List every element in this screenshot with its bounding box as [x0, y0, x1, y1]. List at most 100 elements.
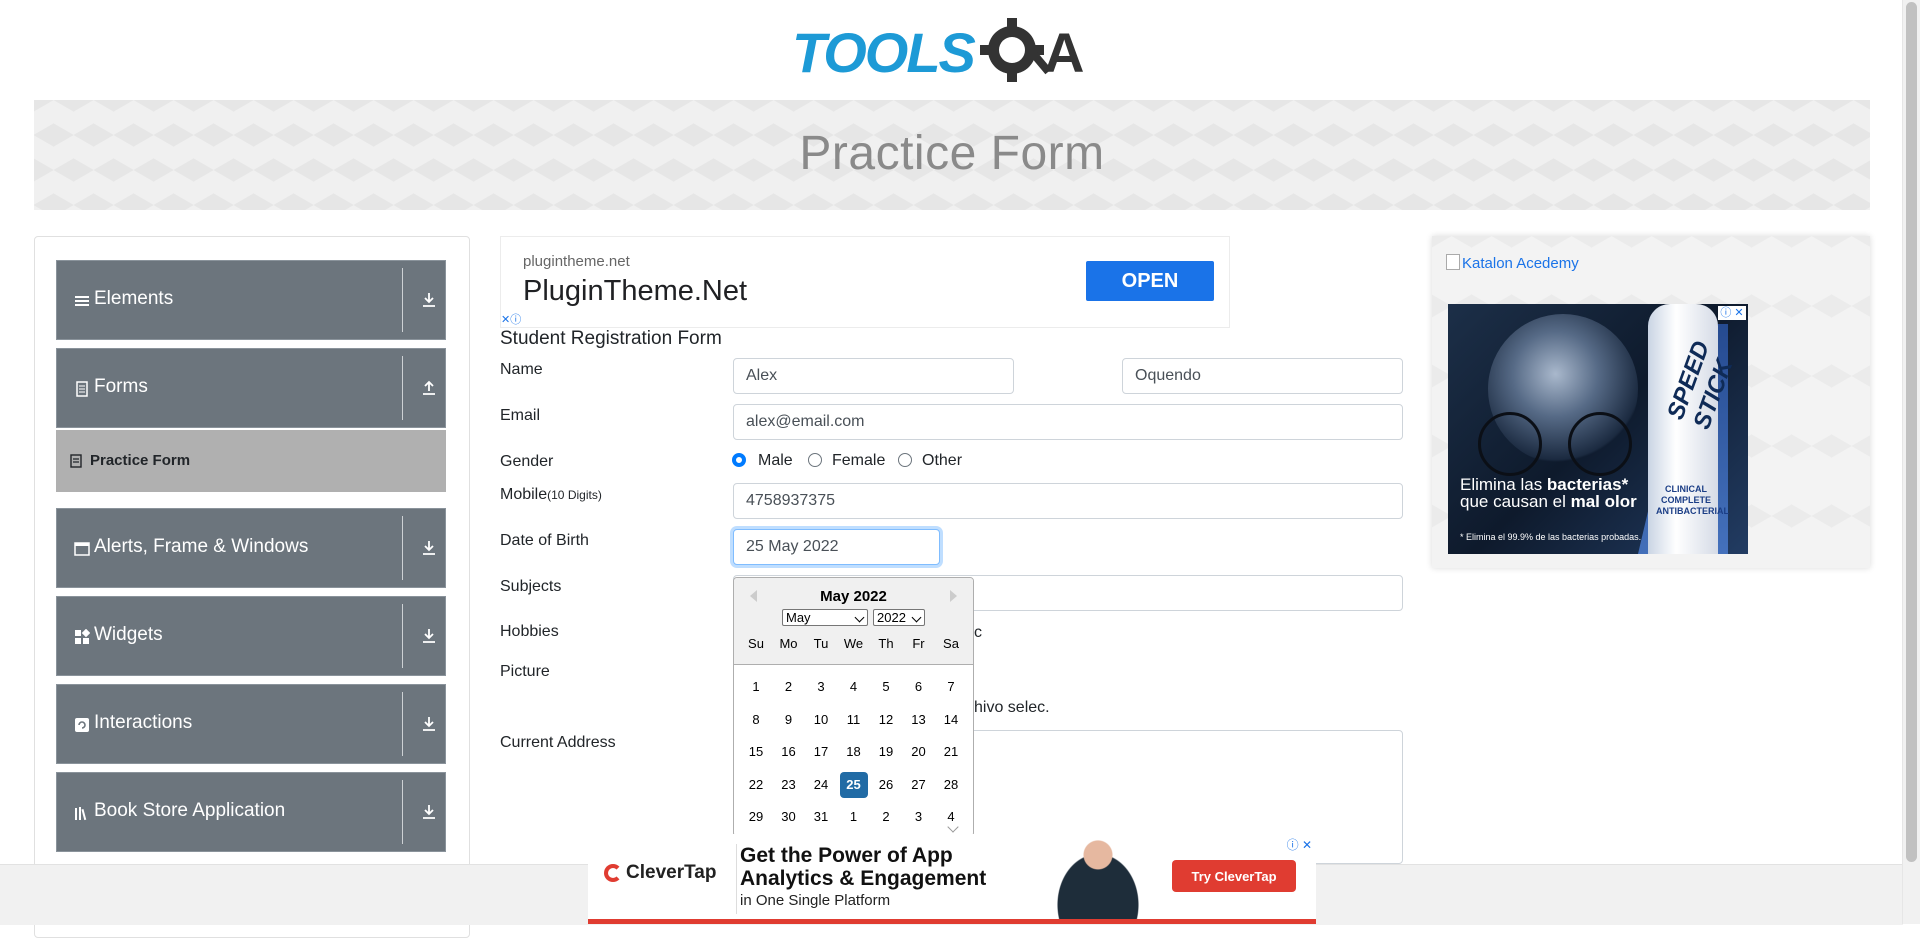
sidebar-item-practice-form[interactable]: Practice Form [56, 430, 446, 492]
gender-male-radio[interactable] [732, 453, 746, 467]
sidebar-group-book-store[interactable]: Book Store Application [56, 772, 446, 852]
ad-tagline: Elimina las bacterias* que causan el mal… [1460, 476, 1637, 510]
calendar-day[interactable]: 2 [775, 674, 803, 700]
clevertap-logo-text: CleverTap [626, 862, 717, 883]
sidebar-group-forms[interactable]: Forms [56, 348, 446, 428]
email-input[interactable]: alex@email.com [733, 404, 1403, 440]
calendar-day[interactable]: 26 [872, 772, 900, 798]
sidebar-group-label: Elements [94, 288, 174, 309]
day-name: We [843, 636, 864, 651]
sidebar-group-label: Widgets [94, 624, 163, 645]
gender-other-radio[interactable] [898, 453, 912, 467]
calendar-day[interactable]: 2 [872, 804, 900, 830]
day-name: Mo [779, 636, 798, 651]
calendar-day[interactable]: 4 [840, 674, 868, 700]
date-picker-popup: May 2022 May 2022 Su Mo Tu We Th Fr Sa 1234567… [733, 577, 974, 837]
dob-label: Date of Birth [500, 532, 589, 549]
calendar-day[interactable]: 18 [840, 739, 868, 765]
calendar-day[interactable]: 11 [840, 707, 868, 733]
calendar-day[interactable]: 31 [807, 804, 835, 830]
calendar-day[interactable]: 23 [775, 772, 803, 798]
clevertap-subline: in One Single Platform [740, 892, 891, 909]
divider [402, 780, 403, 844]
clevertap-logo: CleverTap [604, 862, 716, 884]
sidebar-group-interactions[interactable]: Interactions [56, 684, 446, 764]
calendar-day[interactable]: 9 [775, 707, 803, 733]
calendar-day[interactable]: 22 [742, 772, 770, 798]
scrollbar-thumb[interactable] [1906, 2, 1917, 862]
broken-image-icon [1446, 254, 1460, 270]
mobile-input[interactable]: 4758937375 [733, 483, 1403, 519]
calendar-day[interactable]: 20 [905, 739, 933, 765]
calendar-day[interactable]: 1 [742, 674, 770, 700]
svg-text:A: A [1044, 21, 1084, 84]
bike-wheel [1478, 412, 1542, 476]
calendar-day[interactable]: 30 [775, 804, 803, 830]
calendar-day[interactable]: 14 [937, 707, 965, 733]
ad-close-icon[interactable]: ⓘ ✕ [1718, 306, 1746, 320]
tagline-2: que causan el [1460, 492, 1571, 511]
product-label: CLINICAL COMPLETE ANTIBACTERIAL [1656, 484, 1729, 516]
calendar-day[interactable]: 19 [872, 739, 900, 765]
year-select-value: 2022 [877, 610, 906, 625]
calendar-day[interactable]: 15 [742, 739, 770, 765]
gender-female-label[interactable]: Female [832, 452, 885, 470]
calendar-day[interactable]: 5 [872, 674, 900, 700]
day-name: Sa [943, 636, 959, 651]
calendar-day[interactable]: 16 [775, 739, 803, 765]
download-arrow-icon [423, 293, 435, 307]
gender-male-label[interactable]: Male [758, 452, 793, 470]
calendar-day[interactable]: 3 [905, 804, 933, 830]
katalon-ad-link[interactable]: Katalon Acedemy [1446, 254, 1579, 272]
calendar-day[interactable]: 6 [905, 674, 933, 700]
try-clevertap-button[interactable]: Try CleverTap [1172, 860, 1296, 892]
interactions-icon [75, 718, 89, 732]
calendar-day[interactable]: 10 [807, 707, 835, 733]
calendar-day[interactable]: 24 [807, 772, 835, 798]
calendar-day[interactable]: 12 [872, 707, 900, 733]
bike-wheel [1568, 412, 1632, 476]
dob-input[interactable]: 25 May 2022 [733, 529, 940, 565]
speed-stick-ad[interactable]: SPEED STICK CLINICAL COMPLETE ANTIBACTER… [1448, 304, 1748, 554]
form-title: Student Registration Form [500, 328, 722, 349]
calendar-day[interactable]: 27 [905, 772, 933, 798]
calendar-day[interactable]: 7 [937, 674, 965, 700]
calendar-day[interactable]: 25 [839, 771, 868, 798]
calendar-day[interactable]: 21 [937, 739, 965, 765]
download-arrow-icon [423, 717, 435, 731]
last-name-input[interactable]: Oquendo [1122, 358, 1403, 394]
calendar-day[interactable]: 29 [742, 804, 770, 830]
sidebar-group-widgets[interactable]: Widgets [56, 596, 446, 676]
clevertap-advertisement[interactable]: CleverTap Get the Power of App Analytics … [588, 834, 1316, 924]
hobbies-partial-text: c [974, 624, 982, 641]
adchoices-icon[interactable]: ✕ⓘ [501, 311, 521, 327]
widgets-icon [75, 629, 90, 644]
calendar-day[interactable]: 1 [840, 804, 868, 830]
month-select-value: May [786, 610, 811, 625]
divider [402, 356, 403, 420]
calendar-day[interactable]: 28 [937, 772, 965, 798]
year-select[interactable]: 2022 [873, 609, 925, 626]
top-advertisement[interactable]: plugintheme.net PluginTheme.Net OPEN ✕ⓘ [500, 236, 1230, 328]
mobile-hint: (10 Digits) [547, 488, 602, 502]
sidebar-group-elements[interactable]: Elements [56, 260, 446, 340]
gender-female-radio[interactable] [808, 453, 822, 467]
tagline-2-bold: mal olor [1570, 492, 1637, 511]
sidebar-group-alerts[interactable]: Alerts, Frame & Windows [56, 508, 446, 588]
month-select[interactable]: May [782, 609, 868, 626]
calendar-day[interactable]: 3 [807, 674, 835, 700]
calendar-day[interactable]: 8 [742, 707, 770, 733]
list-icon [75, 296, 89, 306]
toolsqa-logo[interactable]: TOOLS A [792, 16, 1114, 90]
calendar-day[interactable]: 13 [905, 707, 933, 733]
vertical-scrollbar[interactable] [1902, 0, 1920, 924]
subjects-label: Subjects [500, 578, 562, 595]
file-input-status: hivo selec. [974, 699, 1050, 716]
calendar-day[interactable]: 17 [807, 739, 835, 765]
gender-other-label[interactable]: Other [922, 452, 962, 470]
address-label: Current Address [500, 734, 616, 751]
ad-open-button[interactable]: OPEN [1086, 261, 1214, 301]
sidebar-group-label: Interactions [94, 712, 193, 733]
first-name-input[interactable]: Alex [733, 358, 1014, 394]
ad-close-icon[interactable]: ⓘ ✕ [1287, 836, 1312, 853]
